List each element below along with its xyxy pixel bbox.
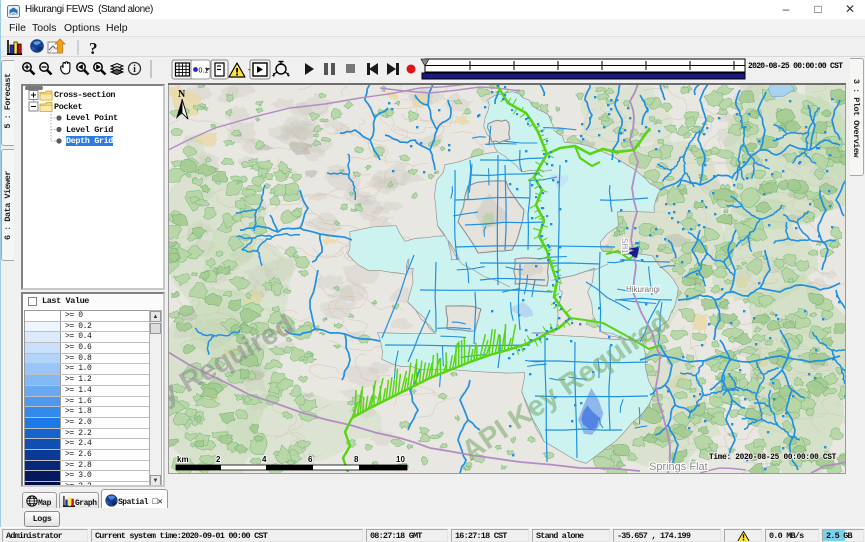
svg-text:SH1: SH1 (620, 238, 629, 254)
svg-text:Springs Flat: Springs Flat (649, 461, 708, 473)
svg-text:2: 2 (216, 455, 221, 464)
svg-text:Time: 2020-08-25 00:00:00 CST: Time: 2020-08-25 00:00:00 CST (709, 454, 837, 462)
svg-text:8: 8 (354, 455, 359, 464)
svg-text:N: N (178, 89, 186, 100)
svg-text:10: 10 (396, 455, 405, 464)
svg-text:4: 4 (262, 455, 267, 464)
svg-text:i: i (133, 64, 136, 75)
svg-text:6: 6 (308, 455, 313, 464)
svg-text:Hikurangi: Hikurangi (626, 285, 660, 294)
svg-text:km: km (177, 455, 189, 464)
